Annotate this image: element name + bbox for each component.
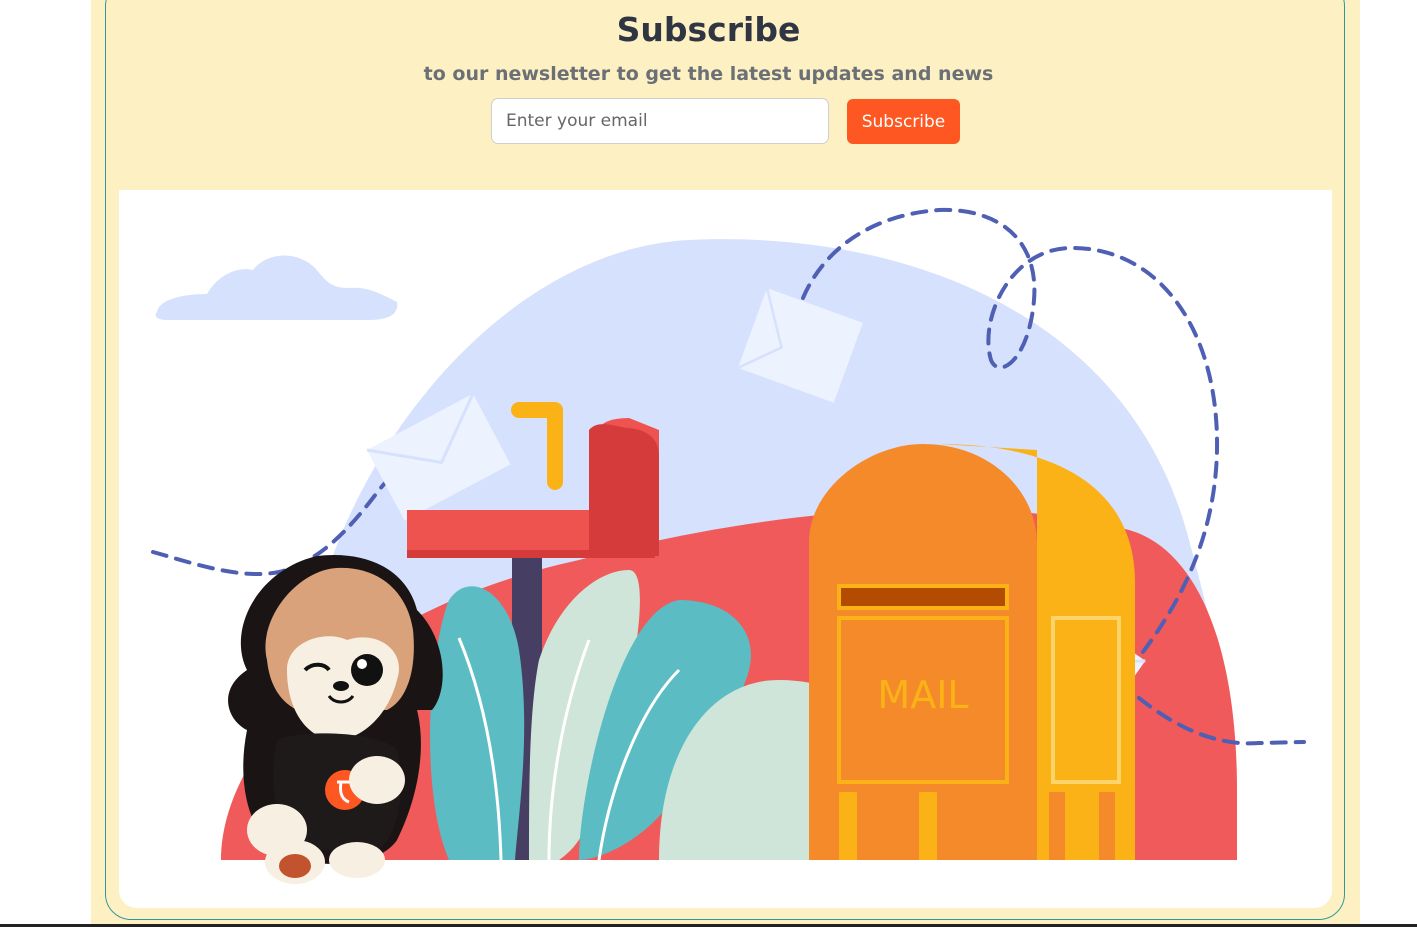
cloud-icon — [155, 255, 398, 320]
mailbox-illustration: MAIL — [119, 207, 1332, 908]
mailbox-label: MAIL — [877, 673, 968, 717]
newsletter-title: Subscribe — [616, 10, 801, 49]
newsletter-subtitle: to our newsletter to get the latest upda… — [423, 63, 994, 85]
mail-slot — [837, 584, 1009, 610]
subscribe-button[interactable]: Subscribe — [847, 99, 960, 144]
leaf — [430, 586, 525, 860]
email-input[interactable] — [491, 98, 829, 144]
newsletter-illustration: MAIL — [119, 190, 1332, 908]
